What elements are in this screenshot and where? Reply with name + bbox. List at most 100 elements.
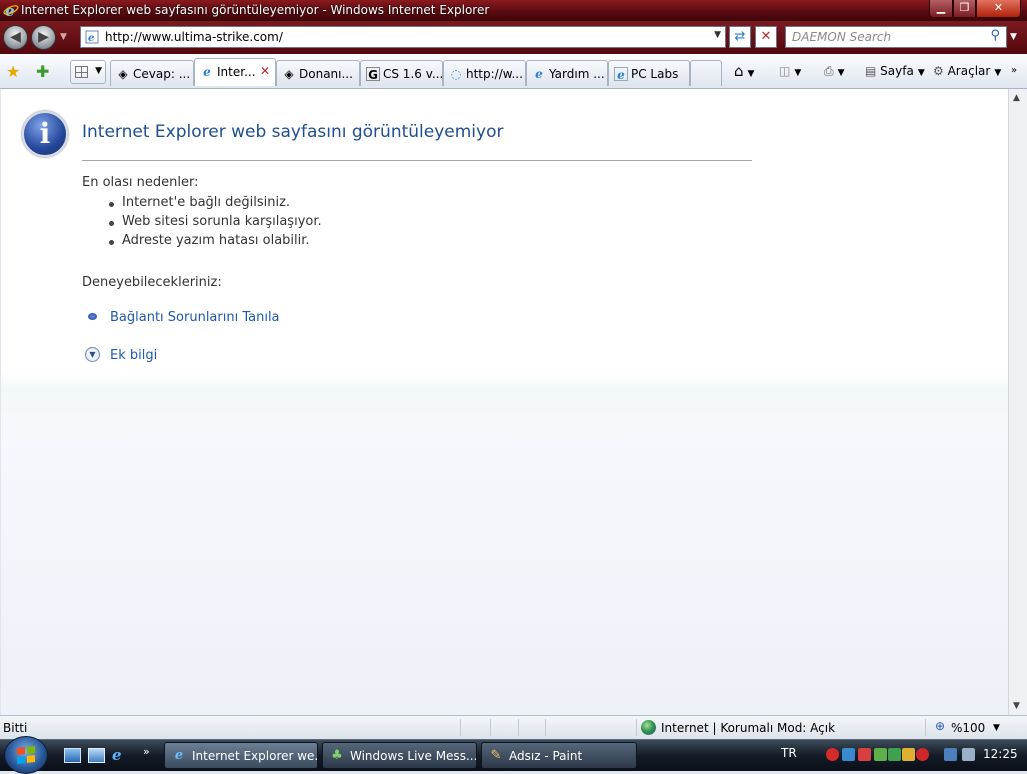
- status-text: Bitti: [3, 721, 28, 735]
- back-arrow-icon: ◀: [10, 29, 21, 45]
- address-dropdown-icon[interactable]: ▼: [714, 30, 721, 40]
- tab-pc-labs[interactable]: e PC Labs: [608, 60, 690, 86]
- address-url[interactable]: http://www.ultima-strike.com/: [105, 30, 283, 44]
- switch-windows-icon[interactable]: [88, 748, 105, 763]
- tools-menu-label: Araçlar: [947, 64, 991, 78]
- quick-tabs-icon: [75, 66, 88, 78]
- search-icon[interactable]: ⚲: [990, 28, 1000, 43]
- zoom-level[interactable]: %100: [951, 721, 985, 735]
- print-dropdown-icon[interactable]: ▼: [838, 68, 845, 78]
- task-label: Internet Explorer we...: [192, 749, 318, 763]
- status-separator: [460, 719, 461, 736]
- favorites-star-icon[interactable]: ★: [6, 62, 20, 81]
- scroll-up-icon[interactable]: ▲: [1013, 93, 1020, 103]
- security-zone-text[interactable]: Internet | Korumalı Mod: Açık: [661, 721, 835, 735]
- tab-cevap[interactable]: ◈ Cevap: ...: [110, 60, 194, 86]
- forward-arrow-icon: ▶: [38, 29, 49, 45]
- address-bar[interactable]: e http://www.ultima-strike.com/ ▼: [80, 26, 726, 48]
- recent-pages-dropdown[interactable]: ▼: [60, 32, 67, 42]
- stop-icon: ✕: [760, 29, 772, 44]
- try-heading: Deneyebilecekleriniz:: [82, 275, 222, 290]
- page-menu-button[interactable]: ▤ Sayfa ▼: [865, 61, 925, 81]
- minimize-button[interactable]: ▁: [929, 0, 953, 18]
- info-icon: i: [22, 111, 68, 157]
- restore-icon: ❐: [959, 1, 970, 14]
- page-icon: e: [85, 30, 99, 44]
- tab-label: CS 1.6 v...: [383, 67, 443, 81]
- system-tray: [822, 740, 987, 772]
- page-icon: e: [614, 67, 628, 82]
- back-button[interactable]: ◀: [3, 25, 28, 50]
- home-button[interactable]: ⌂ ▼: [734, 61, 754, 81]
- toolbar-overflow-icon[interactable]: »: [1011, 61, 1017, 81]
- app-tray-icon[interactable]: [916, 748, 929, 761]
- restore-button[interactable]: ❐: [953, 0, 976, 18]
- close-tab-icon[interactable]: ✕: [260, 64, 270, 78]
- status-separator: [925, 719, 926, 736]
- ie-quicklaunch-icon[interactable]: e: [112, 746, 129, 764]
- language-indicator[interactable]: TR: [781, 746, 797, 760]
- home-icon: ⌂: [734, 62, 744, 80]
- tab-http[interactable]: ◌ http://w...: [443, 60, 526, 86]
- ie-icon: e: [203, 65, 211, 79]
- status-bar: Bitti Internet | Korumalı Mod: Açık ⊕ %1…: [0, 715, 1027, 739]
- update-tray-icon[interactable]: [888, 748, 901, 761]
- causes-heading: En olası nedenler:: [82, 175, 199, 190]
- forward-button[interactable]: ▶: [31, 25, 56, 50]
- tab-label: Inter...: [217, 65, 256, 79]
- more-info-link[interactable]: Ek bilgi: [110, 348, 157, 363]
- zoom-dropdown-icon[interactable]: ▼: [993, 723, 1000, 733]
- navigation-bar: ◀ ▶ ▼ e http://www.ultima-strike.com/ ▼ …: [0, 21, 1027, 54]
- error-title: Internet Explorer web sayfasını görüntül…: [82, 122, 504, 142]
- new-tab-button[interactable]: [690, 60, 722, 86]
- tab-donanim[interactable]: ◈ Donanı...: [276, 60, 360, 86]
- feeds-button[interactable]: ◫ ▼: [779, 61, 801, 81]
- internet-zone-icon[interactable]: [641, 720, 656, 735]
- bullet-icon: [88, 313, 97, 320]
- search-placeholder[interactable]: DAEMON Search: [792, 30, 891, 44]
- tab-list-dropdown-icon[interactable]: ▼: [95, 66, 102, 76]
- google-icon: G: [366, 67, 380, 82]
- device-tray-icon[interactable]: [902, 748, 915, 761]
- messenger-tray-icon[interactable]: [874, 748, 887, 761]
- tab-label: Yardım ...: [549, 67, 605, 81]
- error-tray-icon[interactable]: [826, 748, 839, 761]
- taskbar-button-paint[interactable]: ✎ Adsız - Paint: [481, 742, 637, 769]
- vertical-scrollbar[interactable]: ▲ ▼: [1008, 89, 1027, 715]
- show-desktop-icon[interactable]: [64, 748, 81, 763]
- taskbar-button-messenger[interactable]: ♣ Windows Live Mess...: [322, 742, 477, 769]
- add-favorite-icon[interactable]: ✚: [36, 62, 49, 81]
- ie-icon: e: [174, 748, 184, 763]
- diagnose-connection-link[interactable]: Bağlantı Sorunlarını Tanıla: [110, 310, 280, 325]
- scroll-down-icon[interactable]: ▼: [1013, 701, 1020, 711]
- refresh-button[interactable]: ⇄: [729, 26, 751, 48]
- expand-chevron-icon[interactable]: ▼: [85, 347, 100, 362]
- tab-cs16[interactable]: G CS 1.6 v...: [360, 60, 443, 86]
- start-button[interactable]: [4, 736, 48, 774]
- tab-yardim[interactable]: e Yardım ...: [526, 60, 608, 86]
- clock[interactable]: 12:25: [983, 747, 1018, 761]
- search-box[interactable]: DAEMON Search ⚲: [785, 26, 1007, 48]
- window-title: Internet Explorer web sayfasını görüntül…: [21, 3, 490, 17]
- zoom-icon[interactable]: ⊕: [935, 719, 945, 733]
- tools-menu-button[interactable]: ⚙ Araçlar ▼: [933, 61, 1001, 81]
- stop-button[interactable]: ✕: [755, 26, 777, 48]
- network-connection-icon[interactable]: [944, 748, 957, 761]
- forum-icon: ◈: [118, 67, 128, 81]
- home-dropdown-icon[interactable]: ▼: [748, 69, 755, 79]
- tab-internet-explorer[interactable]: e Inter... ✕: [194, 58, 276, 86]
- taskbar-button-ie[interactable]: e Internet Explorer we...: [164, 742, 318, 769]
- volume-icon[interactable]: [962, 748, 975, 761]
- feeds-dropdown-icon[interactable]: ▼: [794, 68, 801, 78]
- close-button[interactable]: ✕: [976, 0, 1021, 18]
- quick-tabs-button[interactable]: ▼: [70, 60, 106, 84]
- print-button[interactable]: ⎙ ▼: [824, 61, 845, 81]
- search-options-dropdown[interactable]: ▼: [1010, 32, 1017, 42]
- network-tray-icon[interactable]: [842, 748, 855, 761]
- windows-logo-icon: [17, 746, 35, 764]
- quicklaunch-overflow-icon[interactable]: »: [143, 745, 150, 758]
- security-tray-icon[interactable]: [858, 748, 871, 761]
- title-bar[interactable]: e Internet Explorer web sayfasını görünt…: [0, 0, 1027, 21]
- printer-icon: ⎙: [824, 64, 834, 78]
- tab-label: Donanı...: [299, 67, 353, 81]
